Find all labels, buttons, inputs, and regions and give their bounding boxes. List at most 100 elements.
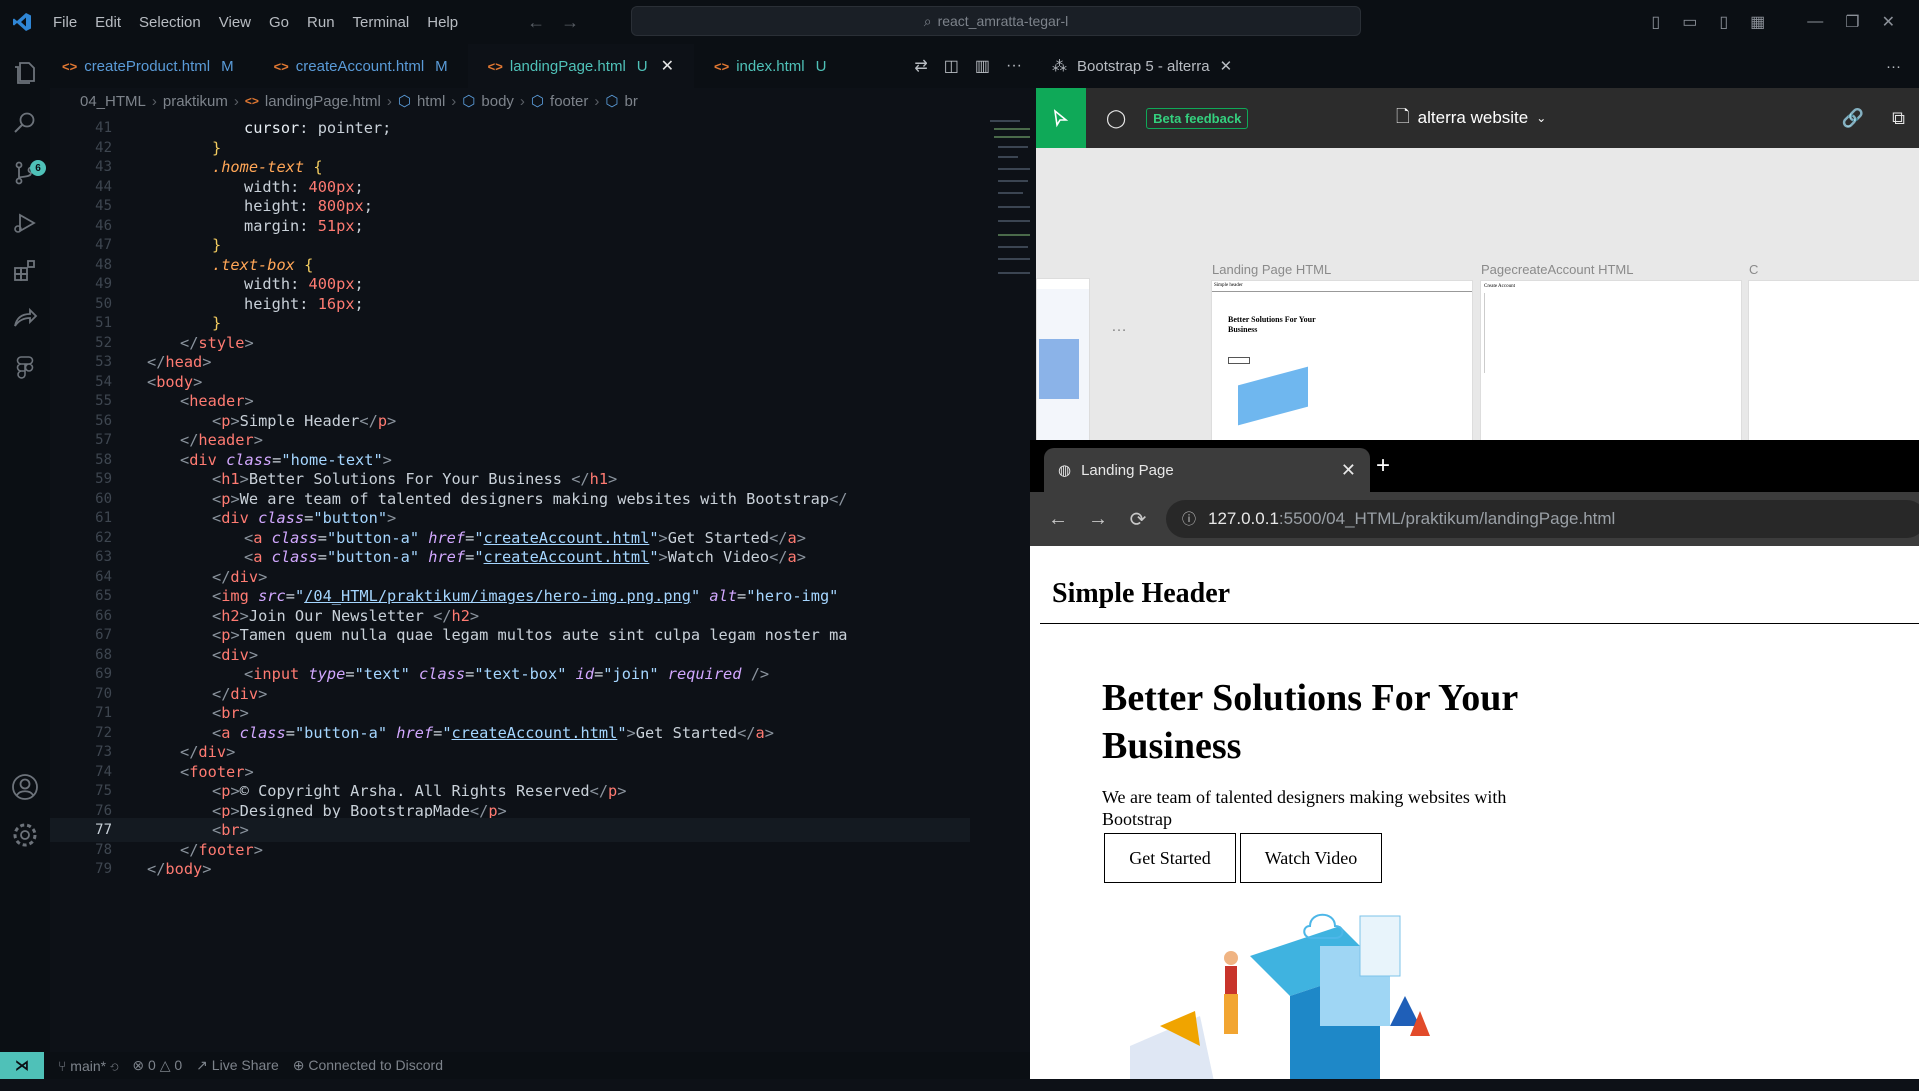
cursor-select-icon[interactable]: [1036, 88, 1086, 148]
live-share-icon[interactable]: [12, 306, 38, 332]
menu-file[interactable]: File: [44, 14, 86, 31]
more-actions-icon[interactable]: ···: [1006, 57, 1022, 75]
menu-go[interactable]: Go: [260, 14, 298, 31]
html-file-icon: <>: [62, 58, 78, 74]
breadcrumb-item[interactable]: html: [417, 93, 445, 110]
accounts-icon[interactable]: [10, 772, 40, 802]
element-icon: ⬡: [605, 93, 619, 110]
code-token: :: [290, 177, 309, 196]
line-number: 62: [95, 529, 112, 546]
tab-createaccount[interactable]: <> createAccount.html M: [254, 44, 468, 88]
browser-tab[interactable]: ◍ Landing Page ✕: [1044, 448, 1370, 492]
settings-gear-icon[interactable]: [10, 820, 40, 850]
code-link[interactable]: createAccount.html: [484, 548, 650, 566]
browser-window: ◍ Landing Page ✕ + ← → ⟳ ⓘ 127.0.0.1:550…: [1030, 440, 1919, 1079]
tab-index[interactable]: <> index.html U: [694, 44, 846, 88]
forward-arrow-icon[interactable]: →: [1086, 508, 1110, 531]
sync-icon[interactable]: ⟲: [110, 1058, 118, 1074]
menu-edit[interactable]: Edit: [86, 14, 130, 31]
code-token: Get Started: [635, 723, 738, 742]
address-bar[interactable]: ⓘ 127.0.0.1:5500/04_HTML/praktikum/landi…: [1166, 500, 1919, 538]
vscode-logo-icon: [0, 0, 44, 44]
tab-figma[interactable]: ⁂ Bootstrap 5 - alterra ✕: [1030, 57, 1233, 76]
open-preview-icon[interactable]: ◫: [944, 56, 959, 76]
page-title: Better Solutions For Your Business: [1102, 677, 1518, 767]
breadcrumb-item[interactable]: praktikum: [163, 93, 228, 110]
new-tab-icon[interactable]: +: [1376, 452, 1390, 480]
html-file-icon: <>: [714, 58, 730, 74]
forward-arrow-icon[interactable]: →: [561, 12, 579, 33]
toggle-secondary-sidebar-icon[interactable]: ▯: [1719, 12, 1728, 32]
minimize-icon[interactable]: —: [1807, 13, 1823, 31]
beta-feedback-button[interactable]: Beta feedback: [1146, 107, 1249, 129]
get-started-button[interactable]: Get Started: [1104, 833, 1236, 883]
remote-icon[interactable]: ⋊: [0, 1052, 44, 1079]
breadcrumb-item[interactable]: body: [481, 93, 514, 110]
breadcrumb: 04_HTML › praktikum › <> landingPage.html ›…: [80, 92, 638, 111]
menu-help[interactable]: Help: [418, 14, 467, 31]
file-name-dropdown[interactable]: 🗋 alterra website ⌄: [1396, 104, 1546, 133]
back-arrow-icon[interactable]: ←: [1046, 508, 1070, 531]
toggle-sidebar-icon[interactable]: ▯: [1651, 12, 1660, 32]
search-sidebar-icon[interactable]: [12, 110, 38, 136]
split-editor-icon[interactable]: ▥: [975, 56, 990, 76]
code-link[interactable]: createAccount.html: [484, 529, 650, 547]
extensions-icon[interactable]: [12, 258, 38, 284]
close-tab-icon[interactable]: ✕: [661, 56, 674, 76]
explorer-icon[interactable]: [12, 60, 38, 86]
code-token: Better Solutions For Your Business: [248, 470, 572, 488]
more-actions-icon[interactable]: ···: [1886, 58, 1901, 75]
line-number: 60: [95, 490, 112, 507]
menu-selection[interactable]: Selection: [130, 14, 210, 31]
breadcrumb-item[interactable]: br: [625, 93, 638, 110]
breadcrumb-item[interactable]: landingPage.html: [265, 93, 381, 110]
page-header: Simple Header: [1052, 578, 1231, 609]
open-external-icon[interactable]: ⧉: [1892, 108, 1905, 129]
run-debug-icon[interactable]: [12, 210, 38, 236]
discord-status[interactable]: ⊕ Connected to Discord: [293, 1057, 443, 1074]
breadcrumb-item[interactable]: footer: [550, 93, 588, 110]
window-controls: ▯ ▭ ▯ ▦ — ❐ ✕: [1651, 0, 1919, 44]
menu-terminal[interactable]: Terminal: [344, 14, 419, 31]
code-token: ;: [354, 216, 364, 235]
toggle-panel-icon[interactable]: ▭: [1682, 12, 1697, 32]
code-editor[interactable]: 41 cursor: pointer; 42} 43 .home-text { 44…: [50, 116, 970, 1091]
compare-changes-icon[interactable]: ⇄: [914, 56, 927, 76]
command-center[interactable]: ⌕ react_amratta-tegar-l: [631, 6, 1361, 36]
code-link[interactable]: createAccount.html: [452, 724, 618, 742]
browser-tab-title: Landing Page: [1081, 461, 1174, 479]
code-token: <div class="button">: [212, 509, 397, 527]
title-bar: File Edit Selection View Go Run Terminal…: [0, 0, 1919, 44]
code-link[interactable]: /04_HTML/praktikum/images/hero-img.png.p…: [304, 587, 691, 605]
nav-arrows: ← →: [527, 12, 579, 33]
figma-icon[interactable]: [12, 354, 38, 380]
code-token: :: [299, 216, 318, 235]
status-bar: ⋊ ⑂ main* ⟲ ⊗ 0 △ 0 ↗ Live Share ⊕ Conne…: [0, 1052, 1030, 1079]
tab-createproduct[interactable]: <> createProduct.html M: [50, 44, 254, 88]
menu-run[interactable]: Run: [298, 14, 344, 31]
menu-view[interactable]: View: [210, 14, 260, 31]
reload-icon[interactable]: ⟳: [1126, 507, 1150, 532]
live-share-status[interactable]: ↗ Live Share: [196, 1057, 279, 1074]
watch-video-button[interactable]: Watch Video: [1240, 833, 1382, 883]
customize-layout-icon[interactable]: ▦: [1750, 12, 1765, 32]
link-icon[interactable]: 🔗: [1842, 108, 1864, 129]
tab-landingpage[interactable]: <> landingPage.html U ✕: [467, 44, 695, 88]
breadcrumb-item[interactable]: 04_HTML: [80, 93, 146, 110]
line-number: 72: [95, 724, 112, 741]
browser-toolbar: ← → ⟳ ⓘ 127.0.0.1:5500/04_HTML/praktikum…: [1030, 492, 1919, 546]
menu-bar: File Edit Selection View Go Run Terminal…: [44, 14, 467, 31]
problems-status[interactable]: ⊗ 0 △ 0: [132, 1057, 182, 1074]
code-token: }: [212, 236, 222, 254]
close-tab-icon[interactable]: ✕: [1341, 460, 1356, 481]
code-token: .home-text: [212, 158, 305, 176]
figma-canvas[interactable]: … Landing Page HTML Simple header Better…: [1036, 148, 1919, 484]
close-tab-icon[interactable]: ✕: [1220, 57, 1233, 75]
close-window-icon[interactable]: ✕: [1882, 12, 1895, 32]
restore-icon[interactable]: ❐: [1845, 12, 1859, 32]
back-arrow-icon[interactable]: ←: [527, 12, 545, 33]
line-number: 51: [95, 315, 112, 331]
comment-icon[interactable]: ◯: [1106, 108, 1126, 129]
code-token: }: [212, 138, 222, 157]
branch-status[interactable]: ⑂ main* ⟲: [58, 1058, 118, 1074]
